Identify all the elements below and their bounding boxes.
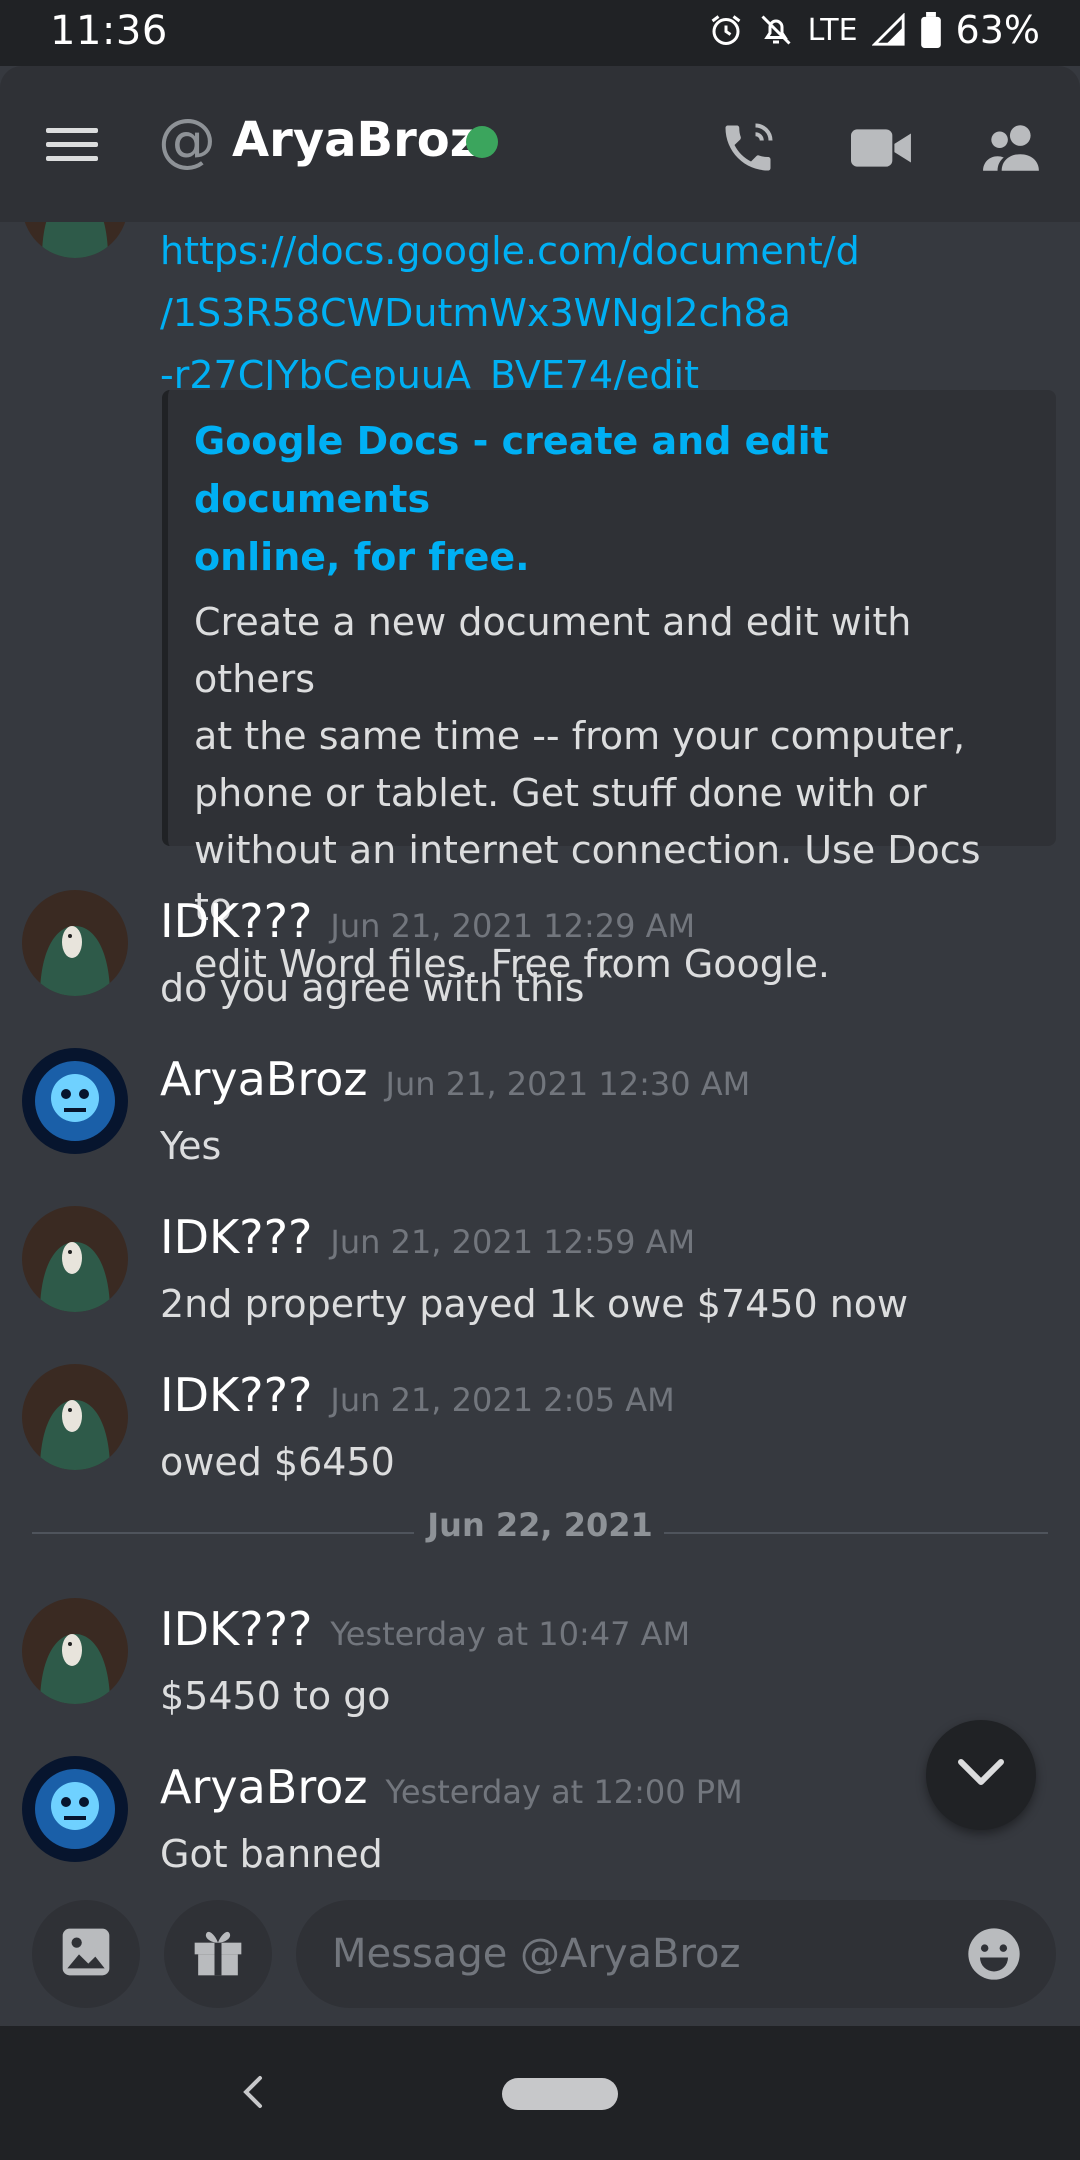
battery-level: 63% — [955, 8, 1040, 52]
embed-title-line[interactable]: Google Docs - create and edit documents — [194, 412, 1030, 528]
back-icon[interactable] — [222, 2062, 282, 2122]
link-line[interactable]: /1S3R58CWDutmWx3WNgl2ch8a — [160, 282, 860, 344]
message-text: $5450 to go — [160, 1674, 391, 1718]
message-link[interactable]: https://docs.google.com/document/d /1S3R… — [160, 222, 860, 406]
message-timestamp: Jun 21, 2021 2:05 AM — [330, 1381, 675, 1419]
message-author[interactable]: IDK??? — [160, 894, 312, 948]
gift-icon — [190, 1924, 246, 1984]
gift-button[interactable] — [164, 1900, 272, 2008]
message-timestamp: Jun 21, 2021 12:59 AM — [330, 1223, 696, 1261]
message-text: do you agree with this ˆ — [160, 966, 616, 1010]
channel-title[interactable]: AryaBroz — [232, 112, 478, 168]
jump-to-bottom-button[interactable] — [926, 1720, 1036, 1830]
phone-call-icon[interactable] — [712, 112, 784, 184]
alarm-icon — [708, 12, 744, 48]
message-author[interactable]: AryaBroz — [160, 1760, 368, 1814]
message-header: AryaBroz Jun 21, 2021 12:30 AM — [160, 1052, 750, 1106]
members-icon[interactable] — [976, 112, 1048, 184]
status-icons: LTE 63% — [708, 8, 1040, 52]
online-status-icon — [464, 124, 500, 164]
avatar[interactable] — [22, 1598, 128, 1704]
network-type: LTE — [807, 12, 858, 48]
status-time: 11:36 — [50, 8, 168, 54]
message-header: AryaBroz Yesterday at 12:00 PM — [160, 1760, 743, 1814]
date-divider: Jun 22, 2021 — [32, 1506, 1048, 1544]
message-header: IDK??? Jun 21, 2021 12:29 AM — [160, 894, 695, 948]
message-input-bar — [0, 1900, 1080, 2026]
link-embed: Google Docs - create and edit documents … — [162, 390, 1056, 986]
embed-description-line: Create a new document and edit with othe… — [194, 600, 912, 701]
message-text: owed $6450 — [160, 1440, 395, 1484]
message-text: 2nd property payed 1k owe $7450 now — [160, 1282, 909, 1326]
battery-icon — [920, 12, 942, 48]
avatar[interactable] — [22, 1756, 128, 1862]
hamburger-menu-icon[interactable] — [40, 112, 104, 176]
message-header: IDK??? Jun 21, 2021 12:59 AM — [160, 1210, 695, 1264]
home-pill[interactable] — [502, 2078, 618, 2110]
message-header: IDK??? Yesterday at 10:47 AM — [160, 1602, 690, 1656]
message-author[interactable]: IDK??? — [160, 1368, 312, 1422]
embed-description-line: at the same time -- from your computer, — [194, 714, 966, 758]
avatar[interactable] — [22, 890, 128, 996]
signal-icon — [871, 13, 906, 47]
message-timestamp: Jun 21, 2021 12:29 AM — [330, 907, 696, 945]
system-navigation-bar — [0, 2026, 1080, 2160]
message-list[interactable]: https://docs.google.com/document/d /1S3R… — [0, 222, 1080, 1900]
message-header: IDK??? Jun 21, 2021 2:05 AM — [160, 1368, 675, 1422]
message-author[interactable]: IDK??? — [160, 1210, 312, 1264]
avatar[interactable] — [22, 1206, 128, 1312]
avatar[interactable] — [22, 1048, 128, 1154]
embed-title-line[interactable]: online, for free. — [194, 528, 1030, 586]
message-timestamp: Yesterday at 12:00 PM — [385, 1773, 743, 1811]
chevron-down-icon — [957, 1758, 1005, 1792]
image-icon — [58, 1924, 114, 1984]
avatar[interactable] — [22, 1364, 128, 1470]
message-text: Got banned — [160, 1832, 383, 1876]
date-divider-label: Jun 22, 2021 — [427, 1506, 653, 1544]
message-author[interactable]: AryaBroz — [160, 1052, 368, 1106]
message-timestamp: Jun 21, 2021 12:30 AM — [385, 1065, 751, 1103]
video-camera-icon[interactable] — [846, 112, 918, 184]
message-author[interactable]: IDK??? — [160, 1602, 312, 1656]
embed-description-line: phone or tablet. Get stuff done with or — [194, 771, 927, 815]
bell-off-icon — [758, 12, 794, 48]
message-timestamp: Yesterday at 10:47 AM — [330, 1615, 691, 1653]
link-line[interactable]: https://docs.google.com/document/d — [160, 222, 860, 282]
emoji-icon[interactable] — [966, 1926, 1022, 1986]
status-bar: 11:36 LTE 63% — [0, 0, 1080, 66]
message-input[interactable] — [330, 1930, 914, 1978]
at-icon: @ — [158, 106, 216, 174]
message-text: Yes — [160, 1124, 222, 1168]
avatar[interactable] — [22, 222, 128, 258]
attach-image-button[interactable] — [32, 1900, 140, 2008]
channel-header: @ AryaBroz — [0, 66, 1080, 222]
message-input-container — [296, 1900, 1056, 2008]
